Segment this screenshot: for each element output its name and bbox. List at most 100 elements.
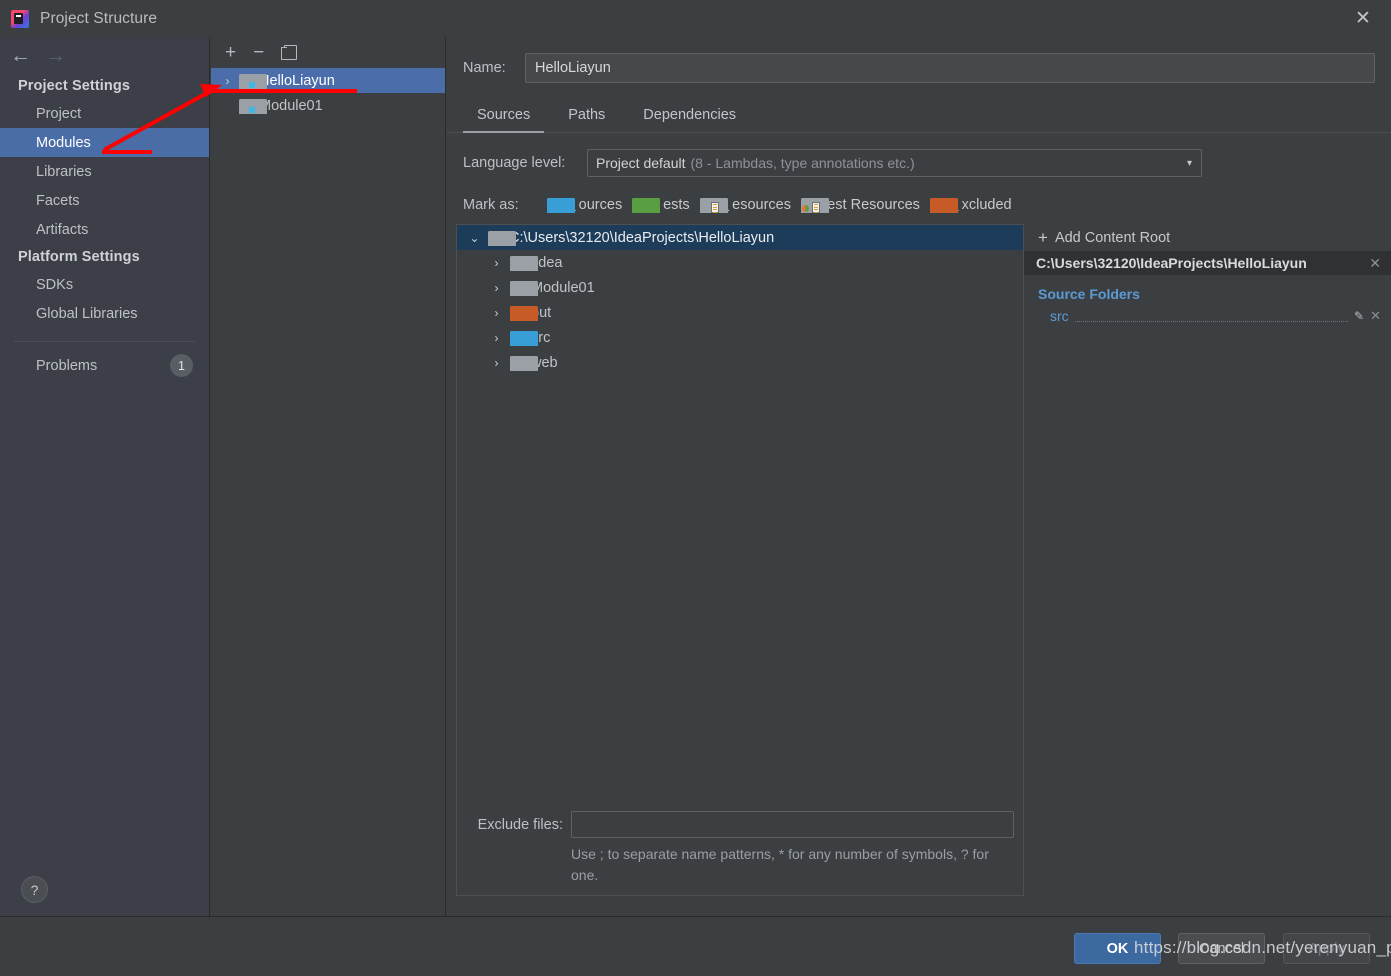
tree-row[interactable]: ⌄ C:\Users\32120\IdeaProjects\HelloLiayu… <box>457 225 1023 250</box>
content-tree: ⌄ C:\Users\32120\IdeaProjects\HelloLiayu… <box>456 224 1024 896</box>
module-list-item-module01[interactable]: Module01 <box>211 93 445 118</box>
dotted-leader <box>1075 311 1348 322</box>
source-folders-title: Source Folders <box>1024 275 1391 306</box>
title-bar: Project Structure ✕ <box>0 0 1391 37</box>
exclude-files-input[interactable] <box>571 811 1014 838</box>
chevron-right-icon[interactable]: › <box>488 306 505 320</box>
mark-as-resources[interactable]: Resources <box>700 197 791 213</box>
sources-folder-icon <box>547 198 563 212</box>
excluded-folder-icon <box>510 306 526 320</box>
language-level-detail: (8 - Lambdas, type annotations etc.) <box>691 155 915 171</box>
sidebar-item-label: Facets <box>36 193 80 209</box>
tree-row[interactable]: › src <box>457 325 1023 350</box>
sidebar-item-facets[interactable]: Facets <box>0 186 209 215</box>
mark-as-test-resources-label: Test Resources <box>820 197 920 213</box>
modules-toolbar: + − <box>211 37 445 68</box>
content-root-path: C:\Users\32120\IdeaProjects\HelloLiayun <box>1036 255 1307 271</box>
add-module-icon[interactable]: + <box>225 43 236 62</box>
intellij-idea-icon <box>11 10 29 28</box>
close-icon[interactable]: ✕ <box>1335 0 1391 37</box>
module-tabs: Sources Paths Dependencies <box>447 101 1391 133</box>
tree-row[interactable]: › .idea <box>457 250 1023 275</box>
content-root-pane: + Add Content Root C:\Users\32120\IdeaPr… <box>1024 224 1391 896</box>
edit-pencil-icon[interactable]: ✎ <box>1354 309 1364 323</box>
chevron-down-icon[interactable]: ⌄ <box>466 231 483 245</box>
watermark-text: https://blog.csdn.net/yerenyuan_pku <box>1134 938 1391 958</box>
name-label: Name: <box>463 60 525 76</box>
back-arrow-icon[interactable]: ← <box>10 45 31 66</box>
tree-row[interactable]: › Module01 <box>457 275 1023 300</box>
exclude-files-hint: Use ; to separate name patterns, * for a… <box>571 844 1014 885</box>
module-list-item-label: HelloLiayun <box>259 73 335 89</box>
module-folder-icon <box>239 74 255 88</box>
excluded-folder-icon <box>930 198 946 212</box>
sidebar-group-platform-settings: Platform Settings <box>0 244 209 270</box>
chevron-right-icon[interactable]: › <box>488 281 505 295</box>
mark-as-tests[interactable]: Tests <box>632 197 689 213</box>
remove-source-folder-icon[interactable]: ✕ <box>1370 308 1381 324</box>
sidebar-item-libraries[interactable]: Libraries <box>0 157 209 186</box>
sidebar-item-problems[interactable]: Problems 1 <box>0 351 209 380</box>
exclude-files-label: Exclude files: <box>457 817 563 833</box>
module-name-input[interactable] <box>525 53 1375 83</box>
problems-count-badge: 1 <box>170 354 193 377</box>
tree-row-label: Module01 <box>531 280 595 296</box>
modules-list-panel: + − › HelloLiayun Module01 <box>211 37 446 916</box>
sidebar-item-label: Libraries <box>36 164 92 180</box>
tree-row-label: C:\Users\32120\IdeaProjects\HelloLiayun <box>509 230 774 246</box>
tree-row[interactable]: › web <box>457 350 1023 375</box>
sidebar-item-sdks[interactable]: SDKs <box>0 270 209 299</box>
sidebar-item-label: Modules <box>36 135 91 151</box>
chevron-right-icon[interactable]: › <box>488 356 505 370</box>
plus-icon: + <box>1038 229 1048 246</box>
forward-arrow-icon[interactable]: → <box>45 45 66 66</box>
folder-icon <box>488 231 504 245</box>
exclude-files-area: Exclude files: Use ; to separate name pa… <box>457 811 1023 895</box>
chevron-down-icon[interactable]: ▾ <box>1187 158 1192 169</box>
tab-dependencies[interactable]: Dependencies <box>629 101 750 132</box>
chevron-placeholder-icon <box>220 99 235 113</box>
sources-folder-icon <box>510 331 526 345</box>
mark-as-sources[interactable]: Sources <box>547 197 622 213</box>
sidebar-item-label: Problems <box>36 358 97 374</box>
sidebar-item-artifacts[interactable]: Artifacts <box>0 215 209 244</box>
window-title: Project Structure <box>40 10 157 28</box>
sidebar-item-global-libraries[interactable]: Global Libraries <box>0 299 209 328</box>
language-level-select[interactable]: Project default (8 - Lambdas, type annot… <box>587 149 1202 177</box>
sidebar-item-project[interactable]: Project <box>0 99 209 128</box>
mark-as-row: Mark as: Sources Tests Resources <box>447 177 1391 213</box>
mark-as-label: Mark as: <box>463 197 547 213</box>
sidebar-item-label: Global Libraries <box>36 306 138 322</box>
tab-sources[interactable]: Sources <box>463 101 544 132</box>
content-root-header: C:\Users\32120\IdeaProjects\HelloLiayun … <box>1024 251 1391 275</box>
tree-row[interactable]: › out <box>457 300 1023 325</box>
help-button[interactable]: ? <box>21 876 48 903</box>
module-list-item-helloliayun[interactable]: › HelloLiayun <box>211 68 445 93</box>
mark-as-test-resources[interactable]: Test Resources <box>801 197 920 213</box>
copy-module-icon[interactable] <box>281 45 296 60</box>
source-folder-row[interactable]: src ✎ ✕ <box>1024 306 1391 326</box>
remove-module-icon[interactable]: − <box>253 43 264 62</box>
mark-as-resources-label: esources <box>732 197 791 213</box>
folder-icon <box>510 256 526 270</box>
remove-content-root-icon[interactable]: ✕ <box>1369 255 1381 272</box>
language-level-row: Language level: Project default (8 - Lam… <box>447 133 1391 177</box>
module-list-item-label: Module01 <box>259 98 323 114</box>
add-content-root-button[interactable]: + Add Content Root <box>1024 224 1391 251</box>
tab-paths[interactable]: Paths <box>554 101 619 132</box>
module-editor-panel: Name: Sources Paths Dependencies Languag… <box>447 37 1391 916</box>
sources-split: ⌄ C:\Users\32120\IdeaProjects\HelloLiayu… <box>447 224 1391 896</box>
chevron-right-icon[interactable]: › <box>220 74 235 88</box>
chevron-right-icon[interactable]: › <box>488 256 505 270</box>
tests-folder-icon <box>632 198 648 212</box>
mark-as-sources-label: ources <box>579 197 623 213</box>
project-structure-dialog: Project Structure ✕ ← → Project Settings… <box>0 0 1391 976</box>
module-name-row: Name: <box>447 37 1391 83</box>
settings-sidebar: ← → Project Settings Project Modules Lib… <box>0 37 210 916</box>
source-folder-name: src <box>1050 308 1069 324</box>
sidebar-item-modules[interactable]: Modules <box>0 128 209 157</box>
mark-as-excluded[interactable]: Excluded <box>930 197 1012 213</box>
exclude-files-row: Exclude files: <box>457 811 1014 838</box>
mark-as-tests-label: ests <box>663 197 690 213</box>
chevron-right-icon[interactable]: › <box>488 331 505 345</box>
